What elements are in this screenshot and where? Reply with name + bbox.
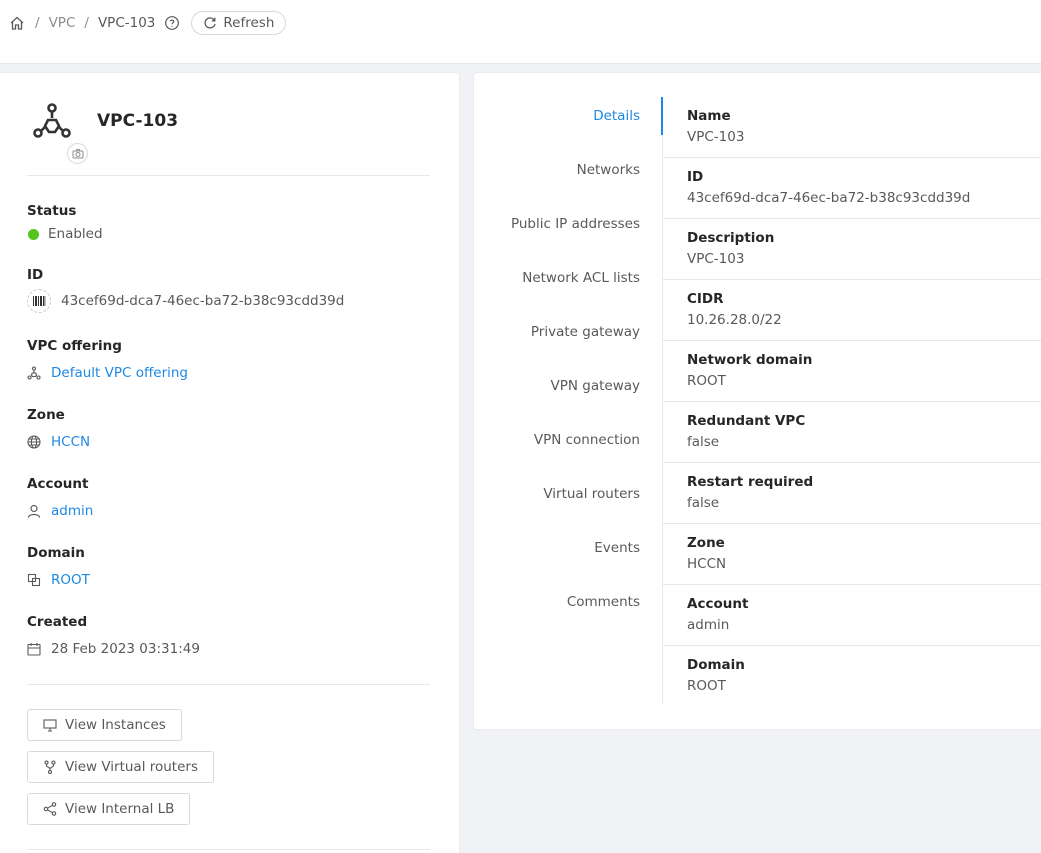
details-card: Details Networks Public IP addresses Net… [473,72,1041,730]
view-internal-lb-label: View Internal LB [65,801,175,817]
detail-label: Zone [687,535,725,551]
vpc-network-icon [33,103,71,138]
detail-row-description: Description VPC-103 [663,219,1041,280]
detail-label: Name [687,108,731,124]
barcode-icon[interactable] [27,289,51,313]
account-label: Account [27,476,89,492]
top-bar: / VPC / VPC-103 Refresh [0,0,1041,64]
status-field: Status Enabled [27,202,103,244]
detail-row-account: Account admin [663,585,1041,646]
detail-value: ROOT [687,373,726,389]
detail-label: Restart required [687,474,814,490]
detail-row-restart-required: Restart required false [663,463,1041,524]
tab-comments[interactable]: Comments [567,592,640,612]
divider [27,175,430,176]
zone-label: Zone [27,407,65,423]
divider [27,684,430,685]
refresh-label: Refresh [223,15,275,31]
vpc-offering-link[interactable]: Default VPC offering [51,363,188,383]
breadcrumb-separator: / [35,15,40,31]
refresh-button[interactable]: Refresh [191,11,287,35]
zone-field: Zone HCCN [27,406,90,452]
tab-events[interactable]: Events [594,538,640,558]
created-label: Created [27,614,88,630]
detail-label: Redundant VPC [687,413,806,429]
detail-label: CIDR [687,291,724,307]
detail-label: Description [687,230,775,246]
tab-private-gateway[interactable]: Private gateway [531,322,640,342]
vertical-tabs: Details Networks Public IP addresses Net… [474,97,663,705]
detail-row-redundant-vpc: Redundant VPC false [663,402,1041,463]
detail-label: Account [687,596,749,612]
tab-vpn-gateway[interactable]: VPN gateway [550,376,640,396]
fork-icon [44,760,56,774]
detail-value: ROOT [687,678,726,694]
detail-row-network-domain: Network domain ROOT [663,341,1041,402]
change-icon-button[interactable] [67,143,88,164]
detail-value: false [687,434,720,450]
detail-row-name: Name VPC-103 [663,97,1041,158]
breadcrumb-separator: / [84,15,89,31]
home-icon[interactable] [8,14,26,32]
detail-row-id: ID 43cef69d-dca7-46ec-ba72-b38c93cdd39d [663,158,1041,219]
divider [27,849,430,850]
breadcrumb-current: VPC-103 [97,15,156,31]
detail-value: VPC-103 [687,129,745,145]
reload-icon [204,17,217,29]
resource-name: VPC-103 [97,111,179,131]
view-instances-label: View Instances [65,717,166,733]
detail-label: ID [687,169,704,185]
id-value: 43cef69d-dca7-46ec-ba72-b38c93cdd39d [61,293,345,309]
breadcrumb-vpc[interactable]: VPC [49,15,76,31]
created-value: 28 Feb 2023 03:31:49 [51,641,200,657]
help-icon[interactable] [164,15,180,31]
domain-link[interactable]: ROOT [51,570,90,590]
view-internal-lb-button[interactable]: View Internal LB [27,793,191,825]
tab-vpn-connection[interactable]: VPN connection [534,430,640,450]
camera-icon [72,149,83,159]
status-dot [28,228,39,240]
view-instances-button[interactable]: View Instances [27,709,182,741]
id-label: ID [27,267,44,283]
detail-value: admin [687,617,730,633]
detail-label: Domain [687,657,745,673]
zone-link[interactable]: HCCN [51,432,90,452]
globe-icon [27,435,41,449]
share-icon [43,802,57,816]
detail-row-domain: Domain ROOT [663,646,1041,707]
tab-virtual-routers[interactable]: Virtual routers [543,484,640,504]
domain-icon [27,573,41,587]
tab-details[interactable]: Details [593,106,640,126]
detail-label: Network domain [687,352,813,368]
detail-row-cidr: CIDR 10.26.28.0/22 [663,280,1041,341]
view-virtual-routers-button[interactable]: View Virtual routers [27,751,214,783]
detail-value: 43cef69d-dca7-46ec-ba72-b38c93cdd39d [687,190,971,206]
domain-label: Domain [27,545,85,561]
account-field: Account admin [27,475,93,521]
calendar-icon [27,642,41,656]
vpc-offering-label: VPC offering [27,338,122,354]
account-link[interactable]: admin [51,501,93,521]
created-field: Created 28 Feb 2023 03:31:49 [27,613,200,659]
details-list: Name VPC-103 ID 43cef69d-dca7-46ec-ba72-… [663,97,1041,707]
vpc-offering-icon [27,366,41,380]
tab-public-ip-addresses[interactable]: Public IP addresses [511,214,640,234]
domain-field: Domain ROOT [27,544,90,590]
tab-networks[interactable]: Networks [577,160,640,180]
status-label: Status [27,203,77,219]
tab-network-acl-lists[interactable]: Network ACL lists [522,268,640,288]
breadcrumb: / VPC / VPC-103 Refresh [8,10,287,36]
detail-value: 10.26.28.0/22 [687,312,782,328]
detail-row-zone: Zone HCCN [663,524,1041,585]
id-field: ID 43cef69d-dca7-46ec-ba72-b38c93cdd39d [27,266,345,313]
user-icon [27,504,41,518]
detail-value: false [687,495,720,511]
detail-value: HCCN [687,556,727,572]
resource-summary-card: VPC-103 Status Enabled ID 43cef69d-dca7-… [0,72,460,853]
status-badge: Enabled [48,226,103,242]
detail-value: VPC-103 [687,251,745,267]
vpc-offering-field: VPC offering Default VPC offering [27,337,188,383]
view-virtual-routers-label: View Virtual routers [65,759,198,775]
monitor-icon [43,718,57,732]
